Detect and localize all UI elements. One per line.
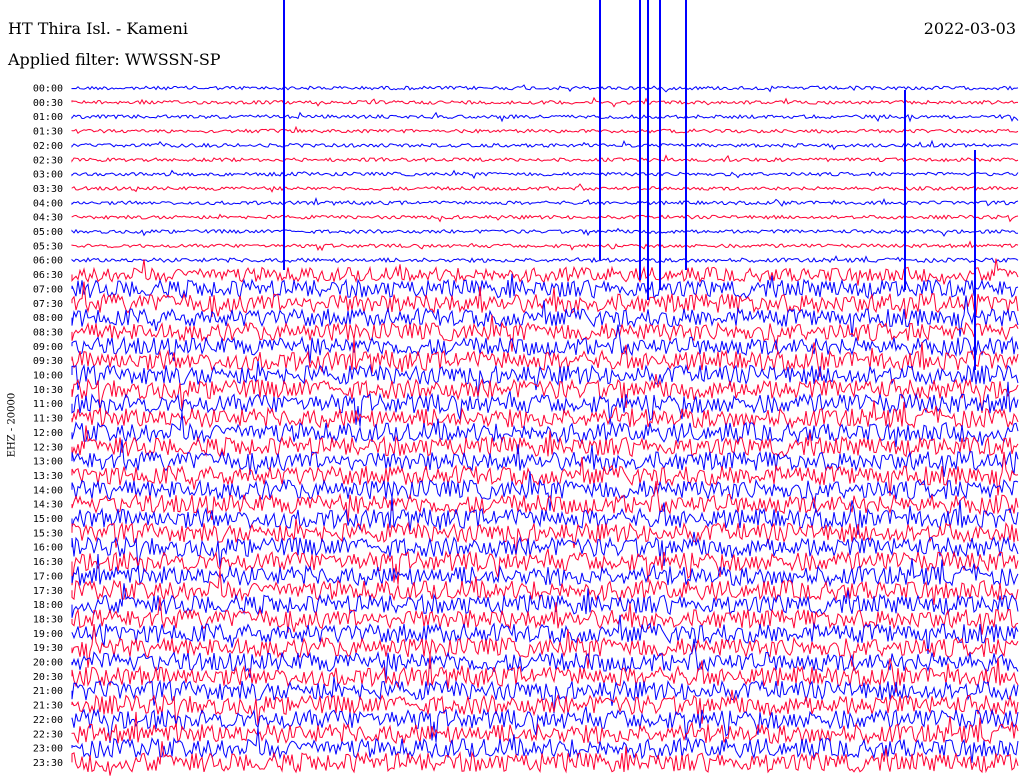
row-time-label: 19:00 <box>33 629 63 640</box>
row-time-label: 20:30 <box>33 672 63 683</box>
trace-line <box>71 624 1019 669</box>
trace-line <box>71 400 1019 430</box>
row-time-label: 16:00 <box>33 543 63 554</box>
trace-line <box>71 139 1019 151</box>
row-time-label: 10:30 <box>33 385 63 396</box>
trace-line <box>71 125 1019 134</box>
row-time-label: 09:30 <box>33 356 63 367</box>
row-time-label: 01:00 <box>33 112 63 123</box>
row-time-label: 13:00 <box>33 457 63 468</box>
row-time-label: 01:30 <box>33 127 63 138</box>
row-time-label: 03:00 <box>33 170 63 181</box>
trace-line <box>71 597 1019 635</box>
trace-line <box>71 727 1019 763</box>
row-time-label: 23:30 <box>33 758 63 769</box>
trace-line <box>71 255 1019 264</box>
row-time-label: 09:00 <box>33 342 63 353</box>
row-time-label: 08:00 <box>33 313 63 324</box>
row-time-label: 18:00 <box>33 600 63 611</box>
seismogram-plot: 00:00 00:30 01:00 01:30 02:00 02:30 03:00 03:30… <box>33 0 1019 776</box>
row-time-label: 00:00 <box>33 84 63 95</box>
row-time-label: 17:30 <box>33 586 63 597</box>
row-time-label: 18:30 <box>33 614 63 625</box>
row-time-label: 15:30 <box>33 528 63 539</box>
trace-line <box>71 425 1019 458</box>
trace-line <box>71 653 1019 693</box>
row-time-label: 05:30 <box>33 241 63 252</box>
row-time-label: 19:30 <box>33 643 63 654</box>
row-time-label: 12:30 <box>33 442 63 453</box>
trace-line <box>71 240 1019 252</box>
row-time-label: 14:00 <box>33 485 63 496</box>
row-time-label: 00:30 <box>33 98 63 109</box>
row-time-label: 16:30 <box>33 557 63 568</box>
row-time-label: 17:00 <box>33 571 63 582</box>
row-time-label: 21:00 <box>33 686 63 697</box>
row-time-label: 07:30 <box>33 299 63 310</box>
trace-line <box>71 569 1019 606</box>
row-time-label: 06:30 <box>33 270 63 281</box>
row-time-label: 08:30 <box>33 327 63 338</box>
trace-line <box>71 169 1019 180</box>
row-time-label: 02:30 <box>33 155 63 166</box>
row-time-label: 11:00 <box>33 399 63 410</box>
row-time-label: 11:30 <box>33 414 63 425</box>
trace-line <box>71 183 1019 193</box>
row-time-label: 15:00 <box>33 514 63 525</box>
row-time-label: 03:30 <box>33 184 63 195</box>
row-time-label: 22:30 <box>33 729 63 740</box>
time-axis-labels: 00:00 00:30 01:00 01:30 02:00 02:30 03:00 03:30… <box>33 84 63 769</box>
row-time-label: 14:30 <box>33 500 63 511</box>
row-time-label: 05:00 <box>33 227 63 238</box>
trace-line <box>71 227 1018 237</box>
row-time-label: 12:00 <box>33 428 63 439</box>
row-time-label: 10:00 <box>33 371 63 382</box>
trace-line <box>71 197 1019 207</box>
trace-line <box>71 213 1019 223</box>
trace-line <box>71 84 1019 93</box>
row-time-label: 06:00 <box>33 256 63 267</box>
row-time-label: 04:30 <box>33 213 63 224</box>
row-time-label: 04:00 <box>33 198 63 209</box>
seismogram-traces <box>71 0 1019 776</box>
row-time-label: 07:00 <box>33 284 63 295</box>
trace-line <box>71 583 1019 618</box>
row-time-label: 21:30 <box>33 701 63 712</box>
row-time-label: 23:00 <box>33 744 63 755</box>
trace-line <box>71 96 1018 108</box>
row-time-label: 13:30 <box>33 471 63 482</box>
trace-line <box>71 338 1019 377</box>
trace-line <box>71 154 1019 163</box>
row-time-label: 20:00 <box>33 658 63 669</box>
row-time-label: 02:00 <box>33 141 63 152</box>
trace-line <box>71 111 1019 123</box>
row-time-label: 22:00 <box>33 715 63 726</box>
